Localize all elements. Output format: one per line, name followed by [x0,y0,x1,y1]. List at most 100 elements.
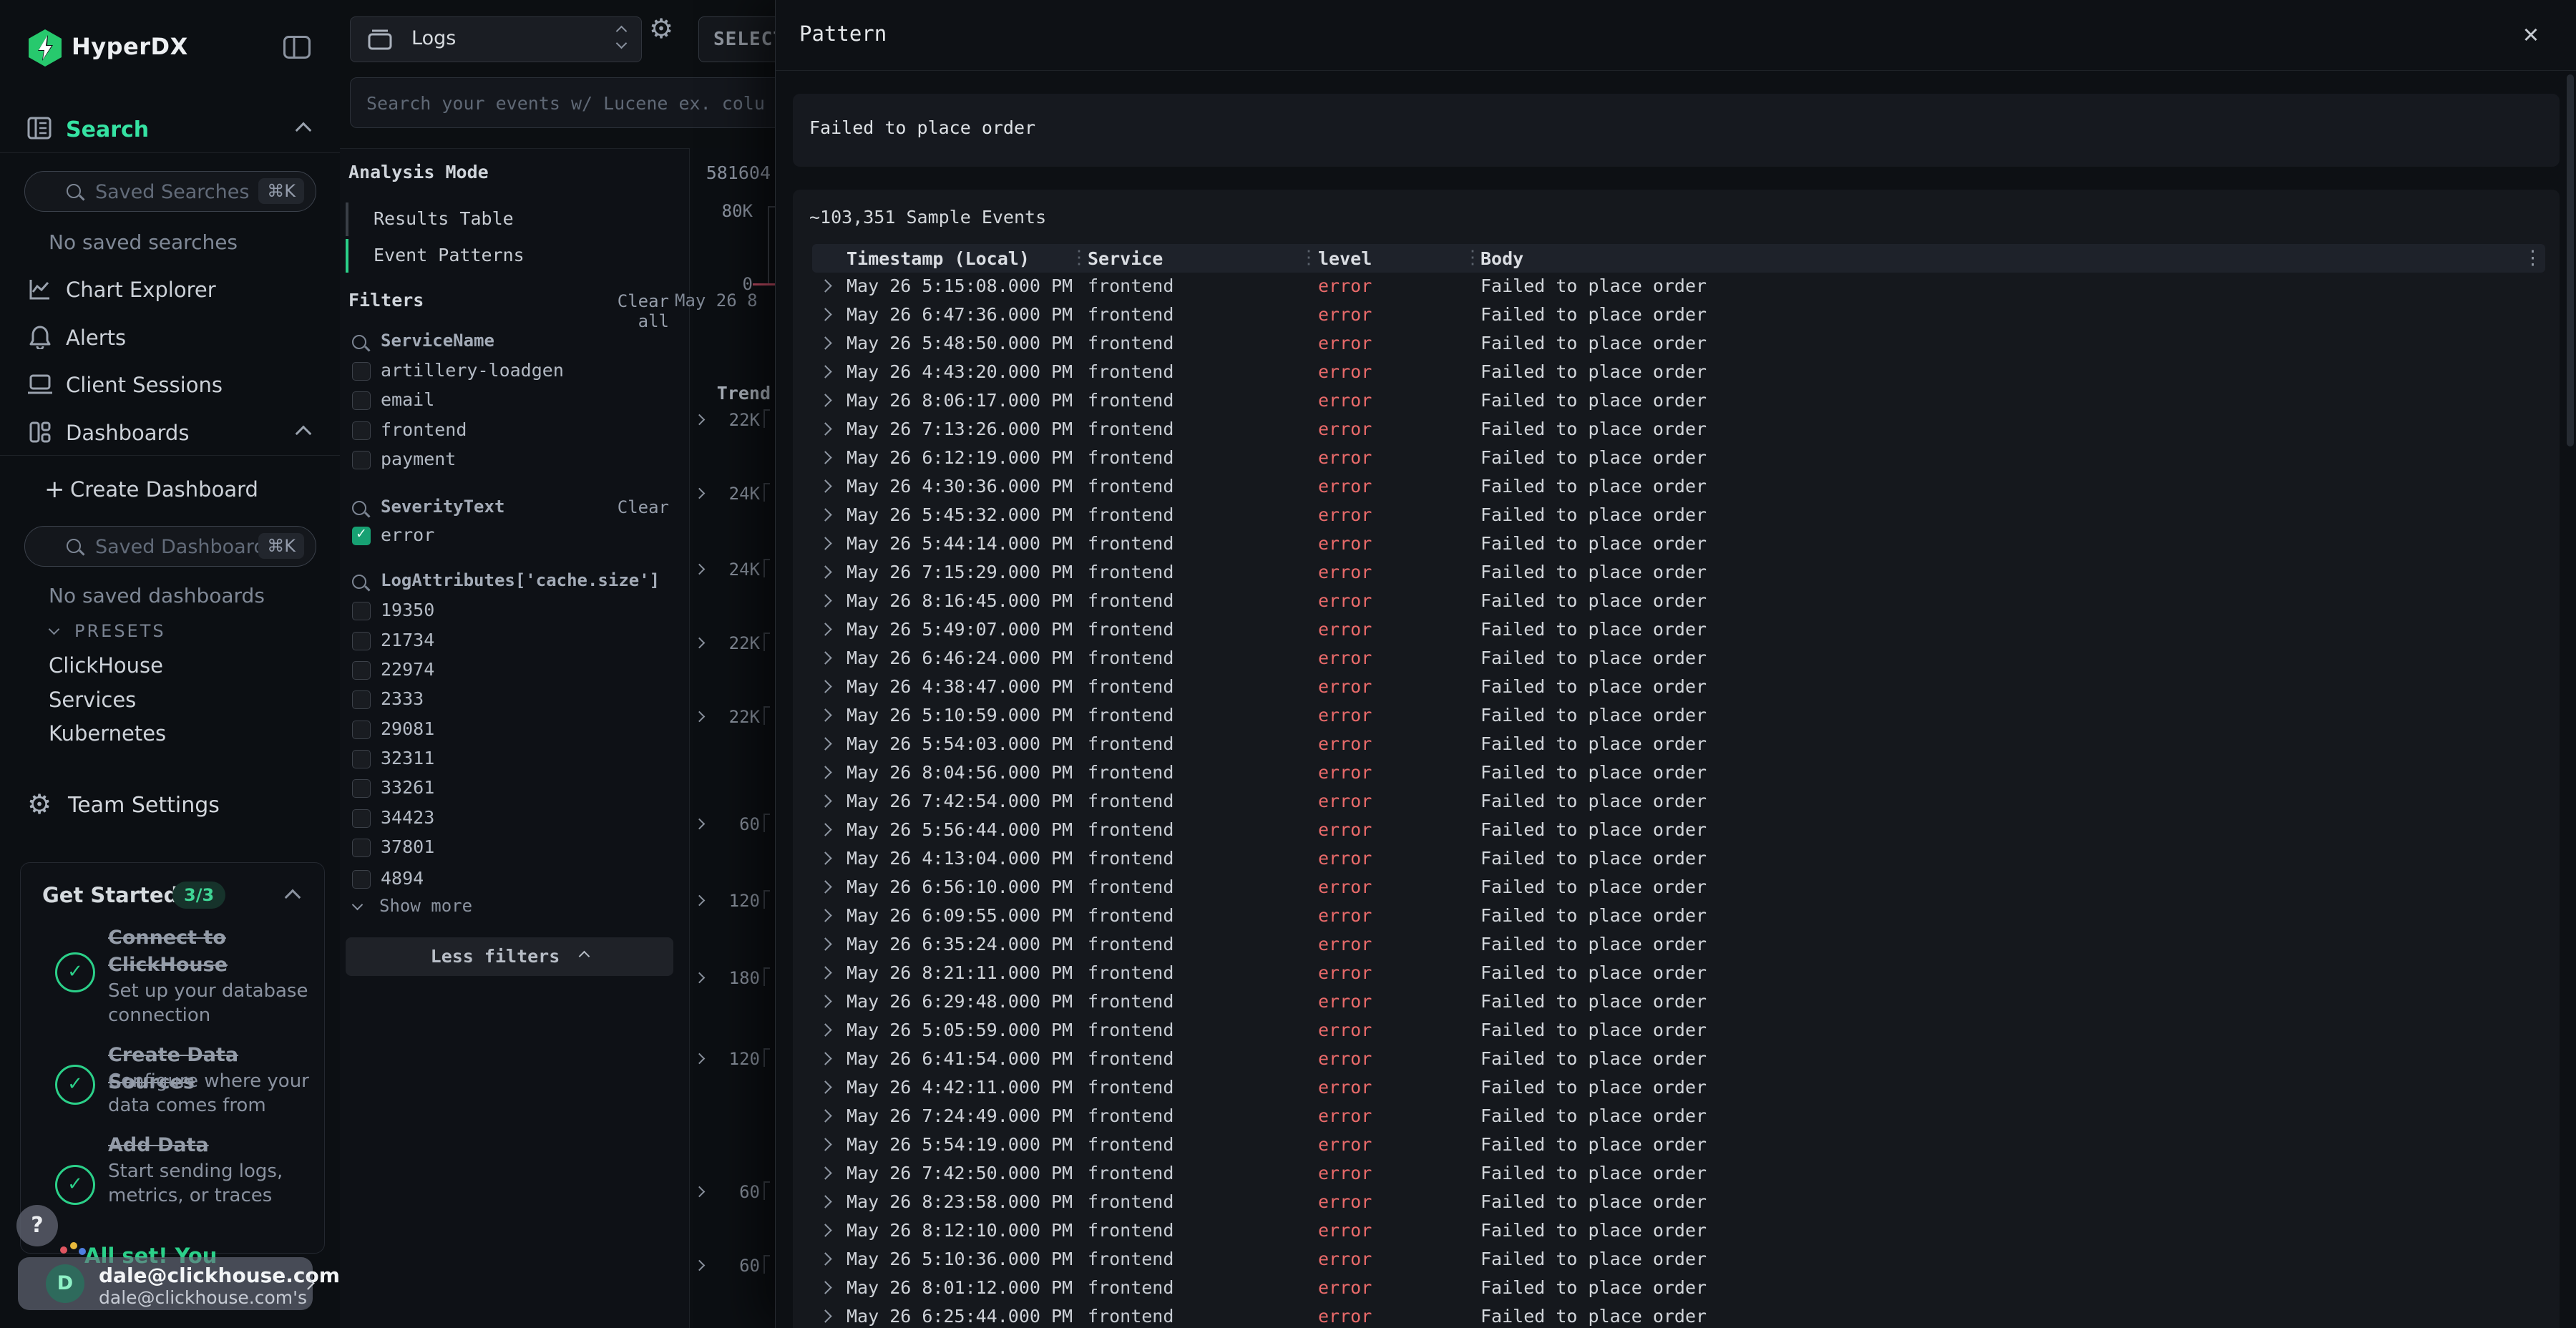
checkbox-unchecked[interactable] [352,661,371,680]
event-row[interactable]: May 26 4:30:36.000 PMfrontenderrorFailed… [793,472,2560,500]
event-row[interactable]: May 26 6:56:10.000 PMfrontenderrorFailed… [793,872,2560,901]
event-row[interactable]: May 26 6:12:19.000 PMfrontenderrorFailed… [793,443,2560,472]
show-more-button[interactable]: Show more [379,896,472,916]
chevron-up-icon[interactable] [296,122,312,139]
expand-row-icon[interactable] [819,1166,831,1179]
preset-kubernetes[interactable]: Kubernetes [49,721,166,746]
event-row[interactable]: May 26 8:04:56.000 PMfrontenderrorFailed… [793,758,2560,786]
source-settings-gear-icon[interactable]: ⚙ [649,13,673,44]
event-row[interactable]: May 26 5:48:50.000 PMfrontenderrorFailed… [793,328,2560,357]
event-row[interactable]: May 26 5:10:59.000 PMfrontenderrorFailed… [793,700,2560,729]
search-bar[interactable] [350,77,795,128]
expand-row-icon[interactable] [819,766,831,778]
pattern-row[interactable]: 24K [690,480,776,509]
expand-row-icon[interactable] [819,851,831,864]
expand-row-icon[interactable] [819,880,831,893]
event-row[interactable]: May 26 7:42:50.000 PMfrontenderrorFailed… [793,1158,2560,1187]
event-row[interactable]: May 26 6:41:54.000 PMfrontenderrorFailed… [793,1044,2560,1073]
pattern-row[interactable]: 120 [690,887,776,916]
expand-row-icon[interactable] [819,365,831,378]
filter-option[interactable]: 4894 [352,866,669,895]
expand-row-icon[interactable] [819,823,831,836]
event-row[interactable]: May 26 8:23:58.000 PMfrontenderrorFailed… [793,1187,2560,1216]
checkbox-unchecked[interactable] [352,632,371,650]
expand-row-icon[interactable] [819,966,831,979]
expand-row-icon[interactable] [819,680,831,693]
scrollbar[interactable] [2567,74,2574,446]
saved-searches-pill[interactable]: ⌘K [24,171,316,212]
event-row[interactable]: May 26 5:54:19.000 PMfrontenderrorFailed… [793,1130,2560,1158]
pattern-row[interactable]: 22K [690,703,776,732]
sidebar-item-search[interactable]: Search [66,117,149,142]
filter-option[interactable]: 2333 [352,687,669,716]
pattern-row[interactable]: 22K [690,406,776,435]
checkbox-unchecked[interactable] [352,362,371,381]
event-row[interactable]: May 26 4:43:20.000 PMfrontenderrorFailed… [793,357,2560,386]
event-search-input[interactable] [365,78,783,129]
expand-row-icon[interactable] [819,1052,831,1065]
close-icon[interactable]: ✕ [2514,17,2548,52]
get-started-item-title[interactable]: Connect to ClickHouse [108,924,323,979]
event-row[interactable]: May 26 7:24:49.000 PMfrontenderrorFailed… [793,1101,2560,1130]
expand-row-icon[interactable] [819,1080,831,1093]
filter-option[interactable]: 21734 [352,628,669,657]
event-row[interactable]: May 26 5:44:14.000 PMfrontenderrorFailed… [793,529,2560,557]
filter-option[interactable]: 29081 [352,717,669,746]
expand-row-icon[interactable] [819,508,831,521]
checkbox-checked[interactable] [352,527,371,545]
expand-row-icon[interactable] [819,1224,831,1236]
event-row[interactable]: May 26 8:21:11.000 PMfrontenderrorFailed… [793,958,2560,987]
sidebar-item-chart-explorer[interactable]: Chart Explorer [66,278,216,302]
pattern-row[interactable]: 120 [690,1045,776,1074]
event-row[interactable]: May 26 5:49:07.000 PMfrontenderrorFailed… [793,615,2560,643]
collapse-sidebar-icon[interactable] [283,36,311,59]
expand-row-icon[interactable] [819,336,831,349]
event-row[interactable]: May 26 4:38:47.000 PMfrontenderrorFailed… [793,672,2560,700]
filter-option[interactable]: payment [352,447,669,476]
event-row[interactable]: May 26 5:10:36.000 PMfrontenderrorFailed… [793,1244,2560,1273]
checkbox-unchecked[interactable] [352,421,371,440]
expand-row-icon[interactable] [819,451,831,464]
presets-header[interactable]: PRESETS [74,621,166,641]
expand-row-icon[interactable] [819,279,831,292]
event-row[interactable]: May 26 5:56:44.000 PMfrontenderrorFailed… [793,815,2560,844]
user-profile-button[interactable]: D dale@clickhouse.com dale@clickhouse.co… [18,1257,313,1310]
expand-row-icon[interactable] [819,1109,831,1122]
expand-row-icon[interactable] [819,622,831,635]
expand-row-icon[interactable] [819,479,831,492]
expand-row-icon[interactable] [819,651,831,664]
filter-option[interactable]: email [352,388,669,416]
filter-option[interactable]: error [352,523,669,552]
expand-row-icon[interactable] [819,537,831,550]
event-row[interactable]: May 26 6:46:24.000 PMfrontenderrorFailed… [793,643,2560,672]
clear-all-button[interactable]: Clear all [576,291,669,331]
filter-option[interactable]: 33261 [352,776,669,804]
pattern-row[interactable]: 60 [690,811,776,839]
event-row[interactable]: May 26 5:54:03.000 PMfrontenderrorFailed… [793,729,2560,758]
expand-row-icon[interactable] [819,565,831,578]
event-row[interactable]: May 26 4:42:11.000 PMfrontenderrorFailed… [793,1073,2560,1101]
checkbox-unchecked[interactable] [352,750,371,768]
chevron-up-icon[interactable] [296,426,312,442]
checkbox-unchecked[interactable] [352,839,371,857]
less-filters-button[interactable]: Less filters [346,937,673,976]
event-row[interactable]: May 26 4:13:04.000 PMfrontenderrorFailed… [793,844,2560,872]
filter-option[interactable]: 19350 [352,598,669,627]
sidebar-item-alerts[interactable]: Alerts [66,326,126,350]
preset-services[interactable]: Services [49,688,136,712]
sidebar-item-team-settings[interactable]: Team Settings [68,793,220,818]
event-row[interactable]: May 26 6:25:44.000 PMfrontenderrorFailed… [793,1302,2560,1328]
event-row[interactable]: May 26 5:05:59.000 PMfrontenderrorFailed… [793,1015,2560,1044]
event-row[interactable]: May 26 7:13:26.000 PMfrontenderrorFailed… [793,414,2560,443]
filter-option[interactable]: artillery-loadgen [352,358,669,387]
event-row[interactable]: May 26 7:15:29.000 PMfrontenderrorFailed… [793,557,2560,586]
expand-row-icon[interactable] [819,909,831,922]
sidebar-item-dashboards[interactable]: Dashboards [66,421,189,445]
checkbox-unchecked[interactable] [352,602,371,620]
expand-row-icon[interactable] [819,1138,831,1151]
expand-row-icon[interactable] [819,1281,831,1294]
pattern-row[interactable]: 180 [690,965,776,993]
pattern-row[interactable]: 60 [690,1252,776,1281]
column-resize-handle-icon[interactable]: ⋮ [1463,247,1482,268]
checkbox-unchecked[interactable] [352,809,371,828]
